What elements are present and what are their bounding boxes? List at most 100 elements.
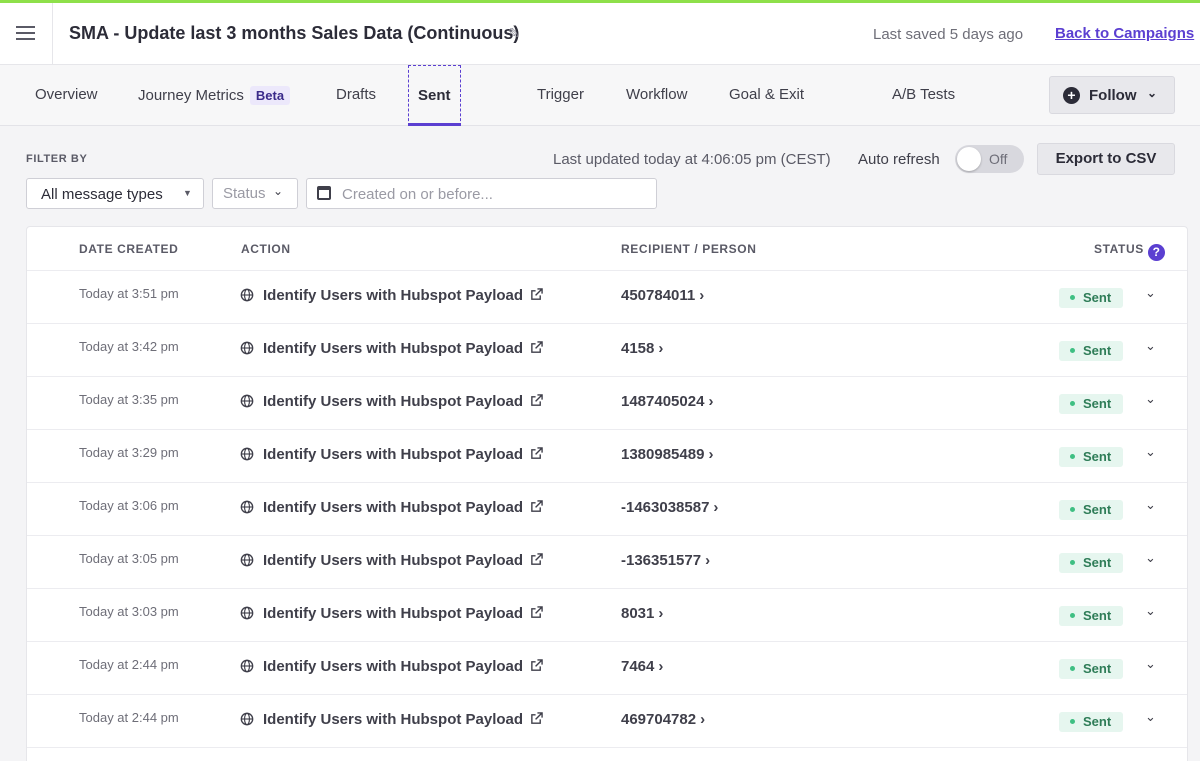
globe-icon [240, 712, 254, 726]
status-label: Sent [1083, 608, 1112, 623]
external-link-icon[interactable] [530, 712, 543, 725]
chevron-right-icon: › [713, 499, 719, 516]
action-link[interactable]: Identify Users with Hubspot Payload [240, 287, 543, 304]
globe-icon [240, 553, 254, 567]
chevron-down-icon[interactable]: ⌄ [1145, 497, 1156, 513]
external-link-icon[interactable] [530, 606, 543, 619]
action-link[interactable]: Identify Users with Hubspot Payload [240, 658, 543, 675]
action-name: Identify Users with Hubspot Payload [263, 340, 524, 357]
tab-ab-tests[interactable]: A/B Tests [892, 86, 955, 103]
action-link[interactable]: Identify Users with Hubspot Payload [240, 340, 543, 357]
tab-drafts[interactable]: Drafts [336, 86, 376, 103]
chevron-down-icon[interactable]: ⌄ [1145, 550, 1156, 566]
external-link-icon[interactable] [530, 659, 543, 672]
column-recipient: RECIPIENT / PERSON [621, 242, 757, 256]
date-created-cell: Today at 3:42 pm [79, 339, 179, 354]
table-row: Today at 3:29 pm Identify Users with Hub… [27, 430, 1187, 483]
action-link[interactable]: Identify Users with Hubspot Payload [240, 446, 543, 463]
auto-refresh-label: Auto refresh [858, 151, 940, 168]
recipient-link[interactable]: 469704782 › [621, 711, 705, 728]
follow-label: Follow [1089, 87, 1137, 104]
status-label: Sent [1083, 290, 1112, 305]
chevron-down-icon[interactable]: ⌄ [1145, 338, 1156, 354]
globe-icon [240, 341, 254, 355]
table-row: Today at 3:05 pm Identify Users with Hub… [27, 536, 1187, 589]
date-input[interactable] [342, 184, 642, 204]
pencil-icon[interactable]: ✎ [508, 25, 520, 42]
action-link[interactable]: Identify Users with Hubspot Payload [240, 393, 543, 410]
tab-journey-metrics[interactable]: Journey Metrics Beta [138, 86, 291, 105]
status-placeholder: Status [223, 185, 266, 202]
chevron-down-icon: ⌄ [273, 184, 284, 198]
status-badge: Sent [1059, 341, 1124, 361]
toggle-knob [957, 147, 981, 171]
chevron-down-icon[interactable]: ⌄ [1145, 656, 1156, 672]
recipient-link[interactable]: 4158 › [621, 340, 663, 357]
follow-button[interactable]: + Follow ⌄ [1049, 76, 1175, 114]
recipient-id: 1487405024 [621, 393, 705, 410]
tab-sent[interactable]: Sent [408, 65, 461, 126]
recipient-link[interactable]: -1463038587 › [621, 499, 718, 516]
action-name: Identify Users with Hubspot Payload [263, 552, 524, 569]
external-link-icon[interactable] [530, 553, 543, 566]
action-link[interactable]: Identify Users with Hubspot Payload [240, 711, 543, 728]
globe-icon [240, 659, 254, 673]
recipient-link[interactable]: 450784011 › [621, 287, 704, 304]
action-link[interactable]: Identify Users with Hubspot Payload [240, 499, 543, 516]
globe-icon [240, 500, 254, 514]
external-link-icon[interactable] [530, 500, 543, 513]
status-badge: Sent [1059, 606, 1124, 626]
action-name: Identify Users with Hubspot Payload [263, 605, 524, 622]
action-link[interactable]: Identify Users with Hubspot Payload [240, 605, 543, 622]
back-to-campaigns-link[interactable]: Back to Campaigns [1055, 25, 1194, 42]
status-header-label: STATUS [1094, 242, 1144, 256]
auto-refresh-toggle[interactable]: Off [955, 145, 1024, 173]
help-icon[interactable]: ? [1147, 244, 1165, 261]
tab-trigger[interactable]: Trigger [537, 86, 584, 103]
chevron-down-icon[interactable]: ⌄ [1145, 391, 1156, 407]
recipient-link[interactable]: 8031 › [621, 605, 663, 622]
table-row: Today at 3:42 pm Identify Users with Hub… [27, 324, 1187, 377]
message-types-select[interactable]: All message types ▼ [26, 178, 204, 209]
recipient-id: 450784011 [621, 287, 696, 304]
column-date-created[interactable]: DATE CREATED [79, 242, 178, 256]
column-status: STATUS? [1094, 242, 1165, 261]
table-row: Today at 2:44 pm Identify Users with Hub… [27, 695, 1187, 748]
recipient-link[interactable]: 7464 › [621, 658, 663, 675]
chevron-right-icon: › [699, 287, 705, 304]
external-link-icon[interactable] [530, 288, 543, 301]
external-link-icon[interactable] [530, 341, 543, 354]
chevron-right-icon: › [658, 658, 664, 675]
external-link-icon[interactable] [530, 447, 543, 460]
date-created-cell: Today at 3:51 pm [79, 286, 179, 301]
chevron-down-icon[interactable]: ⌄ [1145, 285, 1156, 301]
status-select[interactable]: Status ⌄ [212, 178, 298, 209]
menu-icon[interactable] [16, 26, 35, 40]
action-name: Identify Users with Hubspot Payload [263, 499, 524, 516]
action-name: Identify Users with Hubspot Payload [263, 658, 524, 675]
tab-overview[interactable]: Overview [35, 86, 98, 103]
date-created-cell: Today at 2:44 pm [79, 657, 179, 672]
recipient-link[interactable]: 1380985489 › [621, 446, 713, 463]
recipient-link[interactable]: 1487405024 › [621, 393, 713, 410]
status-dot-icon [1070, 454, 1075, 459]
created-on-date-field[interactable] [306, 178, 657, 209]
export-csv-button[interactable]: Export to CSV [1037, 143, 1175, 175]
sent-messages-table: DATE CREATED ACTION RECIPIENT / PERSON S… [26, 226, 1188, 761]
date-created-cell: Today at 3:29 pm [79, 445, 179, 460]
table-body: Today at 3:51 pm Identify Users with Hub… [27, 271, 1187, 748]
recipient-link[interactable]: -136351577 › [621, 552, 710, 569]
globe-icon [240, 606, 254, 620]
status-dot-icon [1070, 666, 1075, 671]
external-link-icon[interactable] [530, 394, 543, 407]
chevron-down-icon[interactable]: ⌄ [1145, 603, 1156, 619]
chevron-down-icon[interactable]: ⌄ [1145, 709, 1156, 725]
tab-goal-exit[interactable]: Goal & Exit [729, 86, 804, 103]
status-badge: Sent [1059, 394, 1124, 414]
chevron-down-icon[interactable]: ⌄ [1145, 444, 1156, 460]
status-badge: Sent [1059, 447, 1124, 467]
action-link[interactable]: Identify Users with Hubspot Payload [240, 552, 543, 569]
chevron-down-icon: ⌄ [1147, 86, 1158, 100]
status-label: Sent [1083, 661, 1112, 676]
tab-workflow[interactable]: Workflow [626, 86, 687, 103]
